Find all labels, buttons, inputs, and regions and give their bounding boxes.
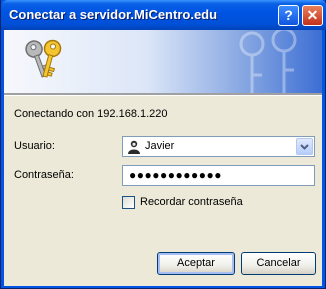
accept-button[interactable]: Aceptar	[157, 252, 235, 275]
banner	[4, 30, 322, 93]
close-button[interactable]: ✕	[302, 5, 323, 26]
password-label: Contraseña:	[14, 169, 74, 181]
window-title: Conectar a servidor.MiCentro.edu	[9, 7, 218, 22]
keys-watermark-icon	[239, 30, 297, 93]
connecting-status-text: Conectando con 192.168.1.220	[14, 108, 168, 120]
banner-divider	[4, 93, 322, 96]
password-field-value: ●●●●●●●●●●●●	[129, 168, 222, 182]
help-button[interactable]: ?	[278, 5, 299, 26]
keys-icon	[25, 39, 62, 78]
login-dialog-window: Conectar a servidor.MiCentro.edu ? ✕ Con…	[0, 0, 326, 289]
cancel-button[interactable]: Cancelar	[241, 252, 316, 275]
chevron-down-icon	[300, 144, 309, 150]
dialog-body: Conectando con 192.168.1.220 Usuario: Ja…	[4, 30, 322, 286]
title-bar[interactable]: Conectar a servidor.MiCentro.edu ? ✕	[1, 0, 326, 30]
user-avatar-icon	[128, 140, 140, 154]
user-combobox[interactable]: Javier	[122, 136, 315, 157]
user-dropdown-button[interactable]	[296, 138, 313, 155]
user-combobox-value: Javier	[145, 140, 175, 152]
user-label: Usuario:	[14, 140, 55, 152]
remember-password-checkbox[interactable]	[122, 196, 135, 209]
remember-password-label[interactable]: Recordar contraseña	[140, 196, 243, 208]
password-field[interactable]: ●●●●●●●●●●●●	[122, 165, 315, 186]
